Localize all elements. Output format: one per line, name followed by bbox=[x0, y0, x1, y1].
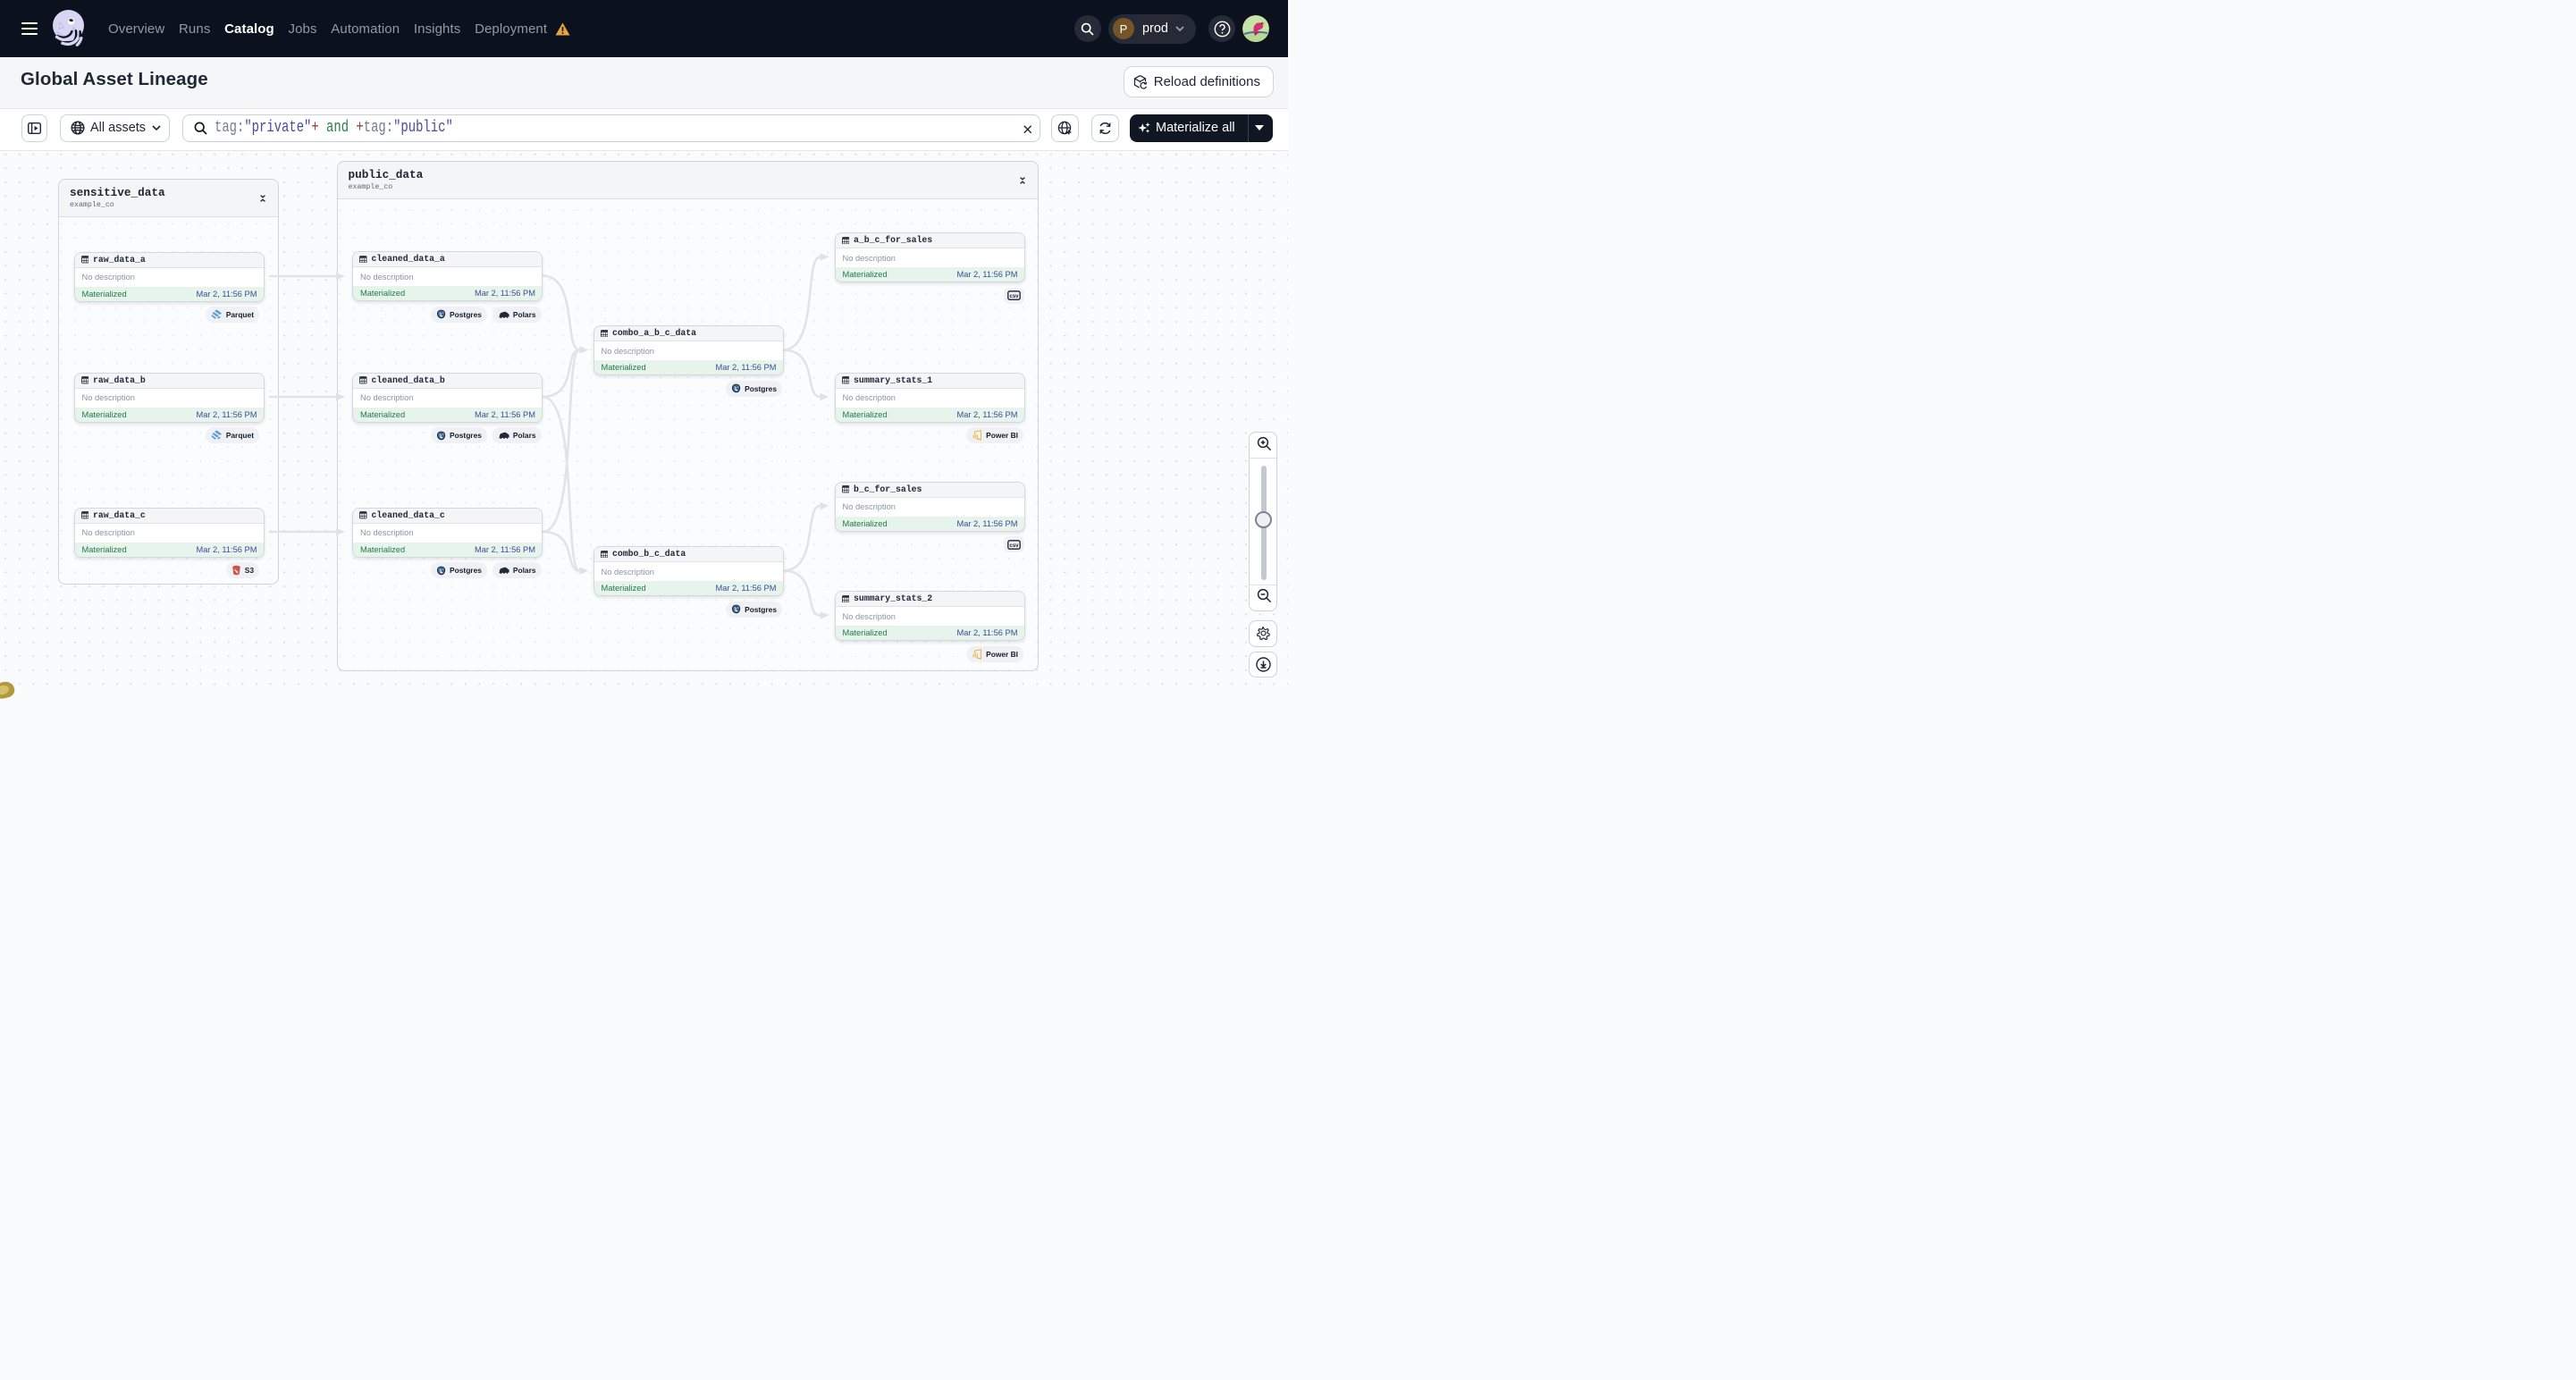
svg-text:csv: csv bbox=[1009, 294, 1019, 299]
svg-text:csv: csv bbox=[1009, 543, 1019, 549]
